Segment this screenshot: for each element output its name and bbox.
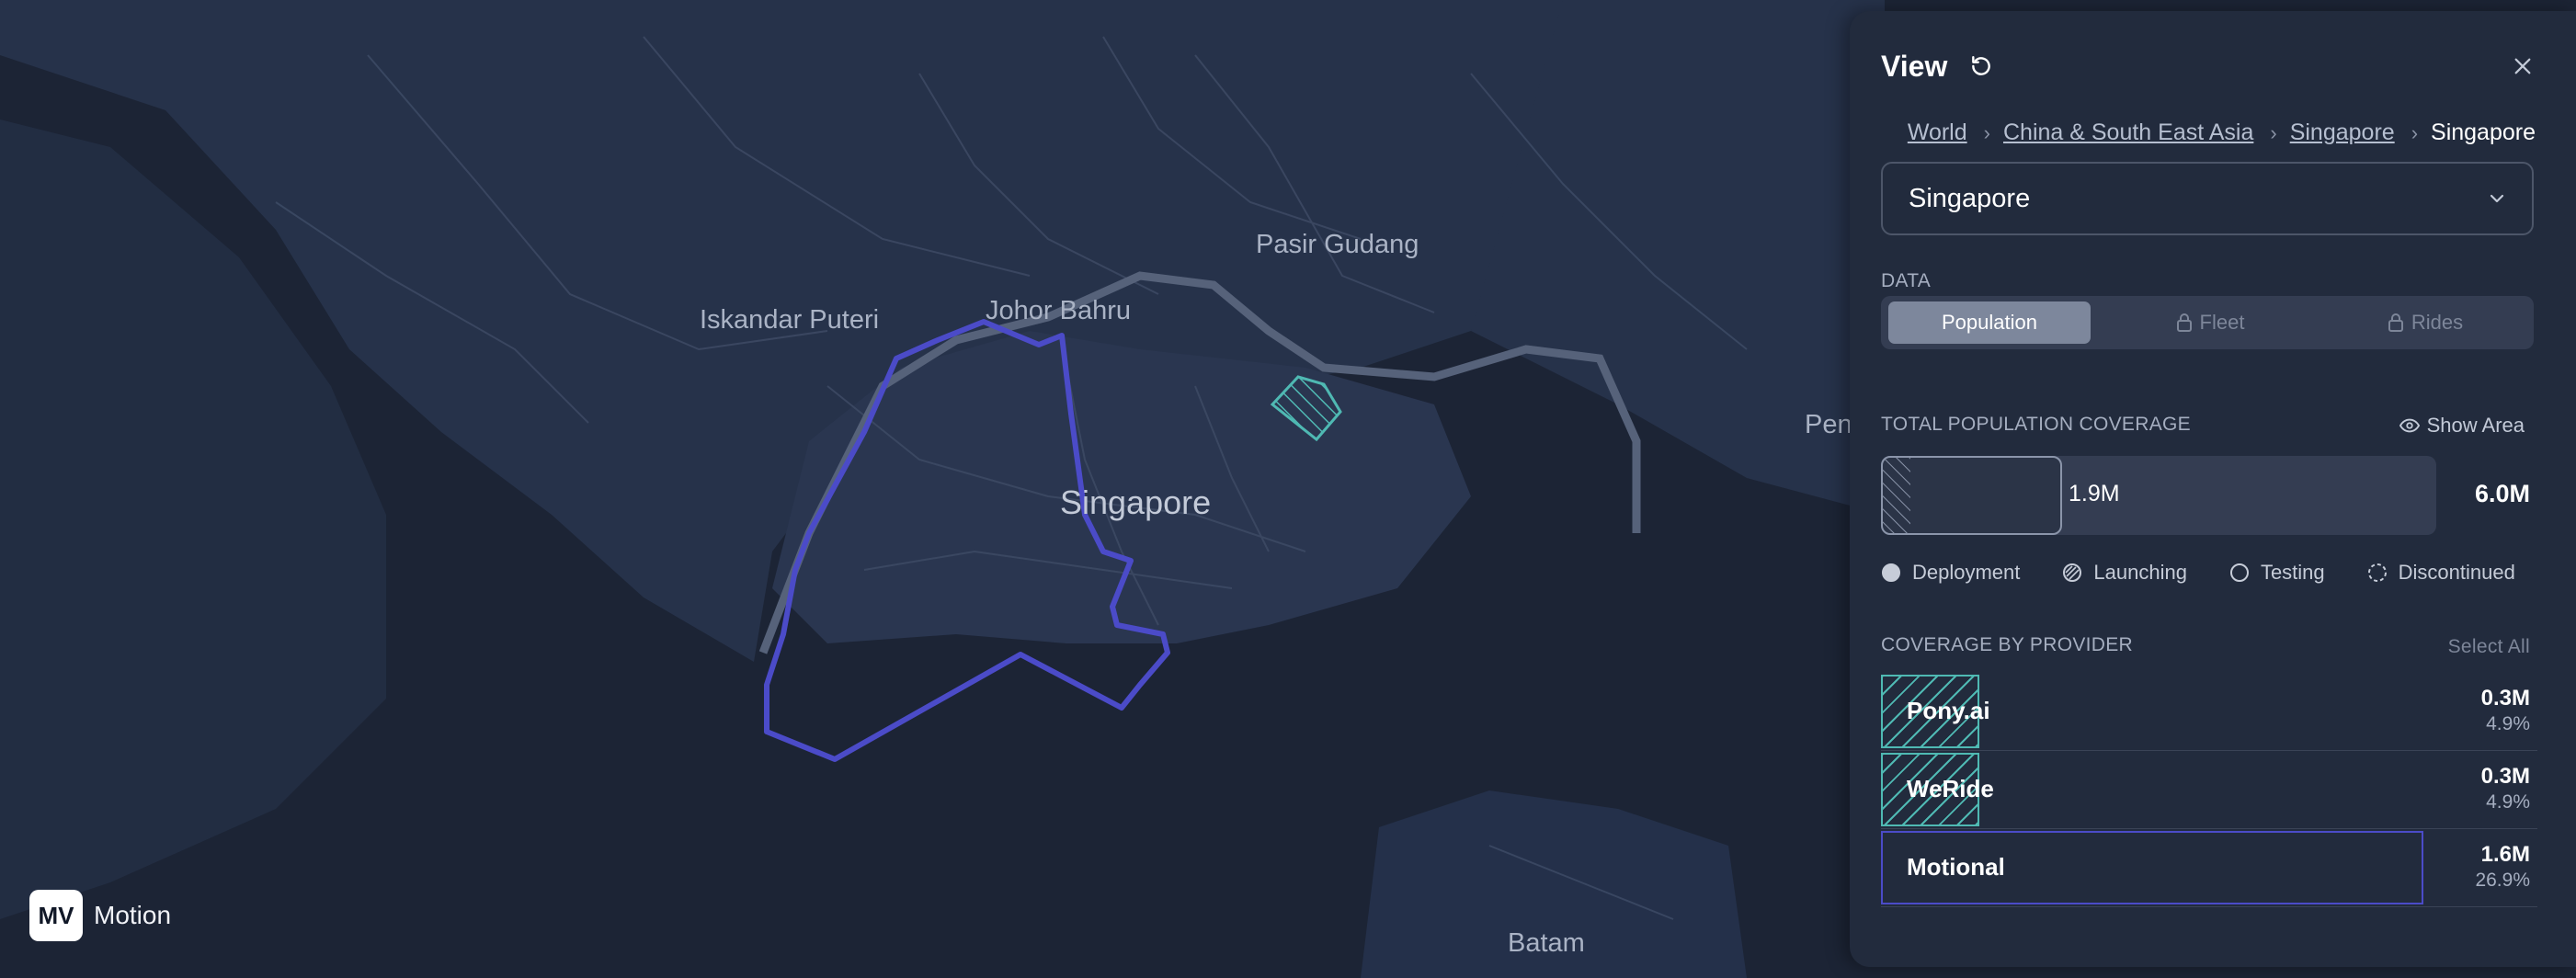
provider-value: 1.6M	[2480, 842, 2530, 867]
chevron-down-icon	[2490, 194, 2504, 203]
provider-percent: 4.9%	[2486, 791, 2530, 813]
provider-value: 0.3M	[2480, 764, 2530, 789]
coverage-section-label: TOTAL POPULATION COVERAGE	[1881, 414, 2191, 435]
legend-testing-label: Testing	[2260, 561, 2325, 584]
provider-value: 0.3M	[2480, 686, 2530, 711]
region-select-value: Singapore	[1909, 183, 2031, 213]
legend-testing[interactable]: Testing	[2229, 561, 2325, 585]
breadcrumb-region[interactable]: China & South East Asia	[2003, 119, 2253, 146]
chevron-right-icon: ›	[1983, 120, 1990, 144]
tab-fleet[interactable]: Fleet	[2109, 301, 2311, 344]
panel-title: View	[1881, 49, 1948, 83]
legend-launching[interactable]: Launching	[2062, 561, 2187, 585]
breadcrumb-country[interactable]: Singapore	[2290, 119, 2395, 146]
provider-row[interactable]: Motional 1.6M 26.9%	[1881, 829, 2537, 907]
provider-list: Pony.ai 0.3M 4.9% WeRide 0.3M 4.9% Motional 1.6…	[1881, 673, 2537, 907]
provider-name: Motional	[1907, 853, 2005, 881]
tab-population-label: Population	[1942, 311, 2037, 334]
map-label-iskandar-puteri: Iskandar Puteri	[700, 305, 880, 335]
legend-launching-label: Launching	[2093, 561, 2187, 584]
launching-hatched-circle-icon	[2063, 563, 2082, 582]
provider-percent: 4.9%	[2486, 713, 2530, 734]
chevron-right-icon: ›	[2270, 120, 2277, 144]
map-label-johor-bahru: Johor Bahru	[986, 296, 1131, 325]
app-logo[interactable]: MV Motion	[29, 890, 171, 941]
discontinued-dashed-circle-icon	[2367, 563, 2387, 582]
map-label-batam: Batam	[1508, 928, 1585, 958]
data-section-label: DATA	[1881, 270, 1932, 291]
testing-circle-icon	[2229, 563, 2249, 582]
close-icon	[2514, 58, 2531, 74]
provider-name: Pony.ai	[1907, 697, 1990, 724]
legend-discontinued[interactable]: Discontinued	[2367, 561, 2515, 585]
legend-discontinued-label: Discontinued	[2398, 561, 2515, 584]
select-all-button[interactable]: Select All	[2448, 636, 2530, 658]
breadcrumb-current: Singapore	[2431, 119, 2536, 145]
close-panel-button[interactable]	[2508, 51, 2537, 81]
lock-icon	[2388, 313, 2403, 332]
map-label-pasir-gudang: Pasir Gudang	[1256, 230, 1419, 259]
logo-name: Motion	[94, 901, 172, 929]
tab-fleet-label: Fleet	[2199, 311, 2245, 334]
provider-percent: 26.9%	[2475, 870, 2530, 891]
data-tabs: Population Fleet Rides	[1881, 296, 2534, 349]
legend-deployment-label: Deployment	[1912, 561, 2021, 584]
tab-population[interactable]: Population	[1888, 301, 2091, 344]
view-panel: View World › China & South East Asia › S…	[1850, 11, 2576, 967]
status-legend: Deployment Launching Testing Discontinue…	[1881, 561, 2537, 585]
legend-deployment[interactable]: Deployment	[1881, 561, 2020, 585]
population-covered-value: 1.9M	[2069, 481, 2120, 506]
region-select[interactable]: Singapore	[1881, 162, 2534, 235]
breadcrumb: World › China & South East Asia › Singap…	[1908, 119, 2536, 146]
launching-hatch	[1883, 458, 1910, 533]
provider-row[interactable]: Pony.ai 0.3M 4.9%	[1881, 673, 2537, 751]
provider-name: WeRide	[1907, 775, 1994, 802]
eye-icon	[2399, 418, 2420, 433]
population-total-value: 6.0M	[2474, 480, 2530, 507]
refresh-icon	[1972, 56, 1991, 75]
breadcrumb-world[interactable]: World	[1908, 119, 1967, 146]
tab-rides-label: Rides	[2411, 311, 2464, 334]
panel-header: View	[1881, 40, 2537, 92]
chevron-right-icon: ›	[2411, 120, 2419, 144]
show-area-label: Show Area	[2426, 414, 2525, 437]
providers-section-label: COVERAGE BY PROVIDER	[1881, 634, 2134, 655]
show-area-toggle[interactable]: Show Area	[2399, 414, 2525, 438]
provider-row[interactable]: WeRide 0.3M 4.9%	[1881, 751, 2537, 829]
population-coverage-fill	[1881, 456, 2062, 535]
reset-view-button[interactable]	[1967, 52, 1995, 80]
lock-icon	[2176, 313, 2192, 332]
population-coverage-bar	[1881, 456, 2436, 535]
map-label-singapore: Singapore	[1060, 483, 1212, 521]
tab-rides[interactable]: Rides	[2324, 301, 2526, 344]
deployment-circle-icon	[1882, 563, 1900, 582]
logo-mark: MV	[29, 890, 83, 941]
